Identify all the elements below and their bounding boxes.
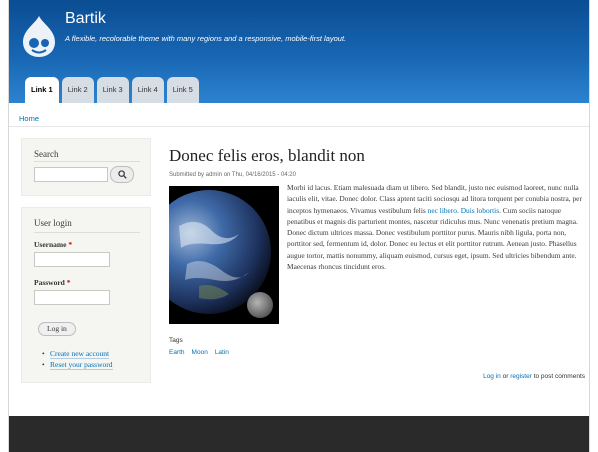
password-label: Password * (34, 278, 71, 287)
tag-moon[interactable]: Moon (192, 349, 208, 356)
search-block-title: Search (34, 149, 59, 159)
login-block-title: User login (34, 218, 72, 228)
site-header: Bartik A flexible, recolorable theme wit… (9, 0, 589, 103)
drupal-logo-icon[interactable] (21, 14, 57, 58)
password-field[interactable] (34, 290, 110, 305)
submitted-info: Submitted by admin on Thu, 04/16/2015 - … (169, 172, 296, 178)
search-button[interactable] (110, 166, 134, 183)
list-item: Reset your password (42, 359, 113, 370)
article-title[interactable]: Donec felis eros, blandit non (169, 146, 365, 166)
username-field[interactable] (34, 252, 110, 267)
username-label: Username * (34, 240, 73, 249)
page-frame: Bartik A flexible, recolorable theme wit… (8, 0, 590, 452)
list-item: Create new account (42, 348, 113, 359)
search-icon (117, 170, 127, 179)
body-inline-link[interactable]: nec libero. Duis lobortis (428, 206, 499, 215)
site-footer (9, 416, 589, 452)
tags-label: Tags (169, 337, 183, 344)
tab-link-5[interactable]: Link 5 (166, 77, 199, 103)
create-account-link[interactable]: Create new account (50, 349, 110, 359)
main-menu: Link 1 Link 2 Link 3 Link 4 Link 5 (25, 77, 199, 103)
tab-link-4[interactable]: Link 4 (131, 77, 164, 103)
divider (9, 126, 589, 127)
reset-password-link[interactable]: Reset your password (50, 360, 113, 370)
comment-register-link[interactable]: register (510, 373, 532, 380)
tab-link-1[interactable]: Link 1 (25, 77, 59, 103)
comment-login-link[interactable]: Log in (483, 373, 501, 380)
site-slogan: A flexible, recolorable theme with many … (65, 34, 347, 43)
site-name[interactable]: Bartik (65, 10, 106, 28)
comment-links: Log in or register to post comments (483, 373, 585, 380)
block-divider (34, 232, 140, 233)
tag-latin[interactable]: Latin (215, 349, 229, 356)
tab-link-2[interactable]: Link 2 (61, 77, 94, 103)
article-body: Morbi id lacus. Etiam malesuada diam ut … (287, 183, 582, 272)
tag-earth[interactable]: Earth (169, 349, 185, 356)
login-button[interactable]: Log in (38, 322, 76, 336)
tags-list: Earth Moon Latin (169, 349, 229, 356)
breadcrumb-home[interactable]: Home (19, 114, 39, 123)
tab-link-3[interactable]: Link 3 (96, 77, 129, 103)
search-block: Search (21, 138, 151, 196)
user-login-block: User login Username * Password * Log in … (21, 207, 151, 383)
earth-moon-image (169, 186, 279, 324)
search-input[interactable] (34, 167, 108, 182)
login-links: Create new account Reset your password (42, 348, 113, 370)
block-divider (34, 161, 140, 162)
